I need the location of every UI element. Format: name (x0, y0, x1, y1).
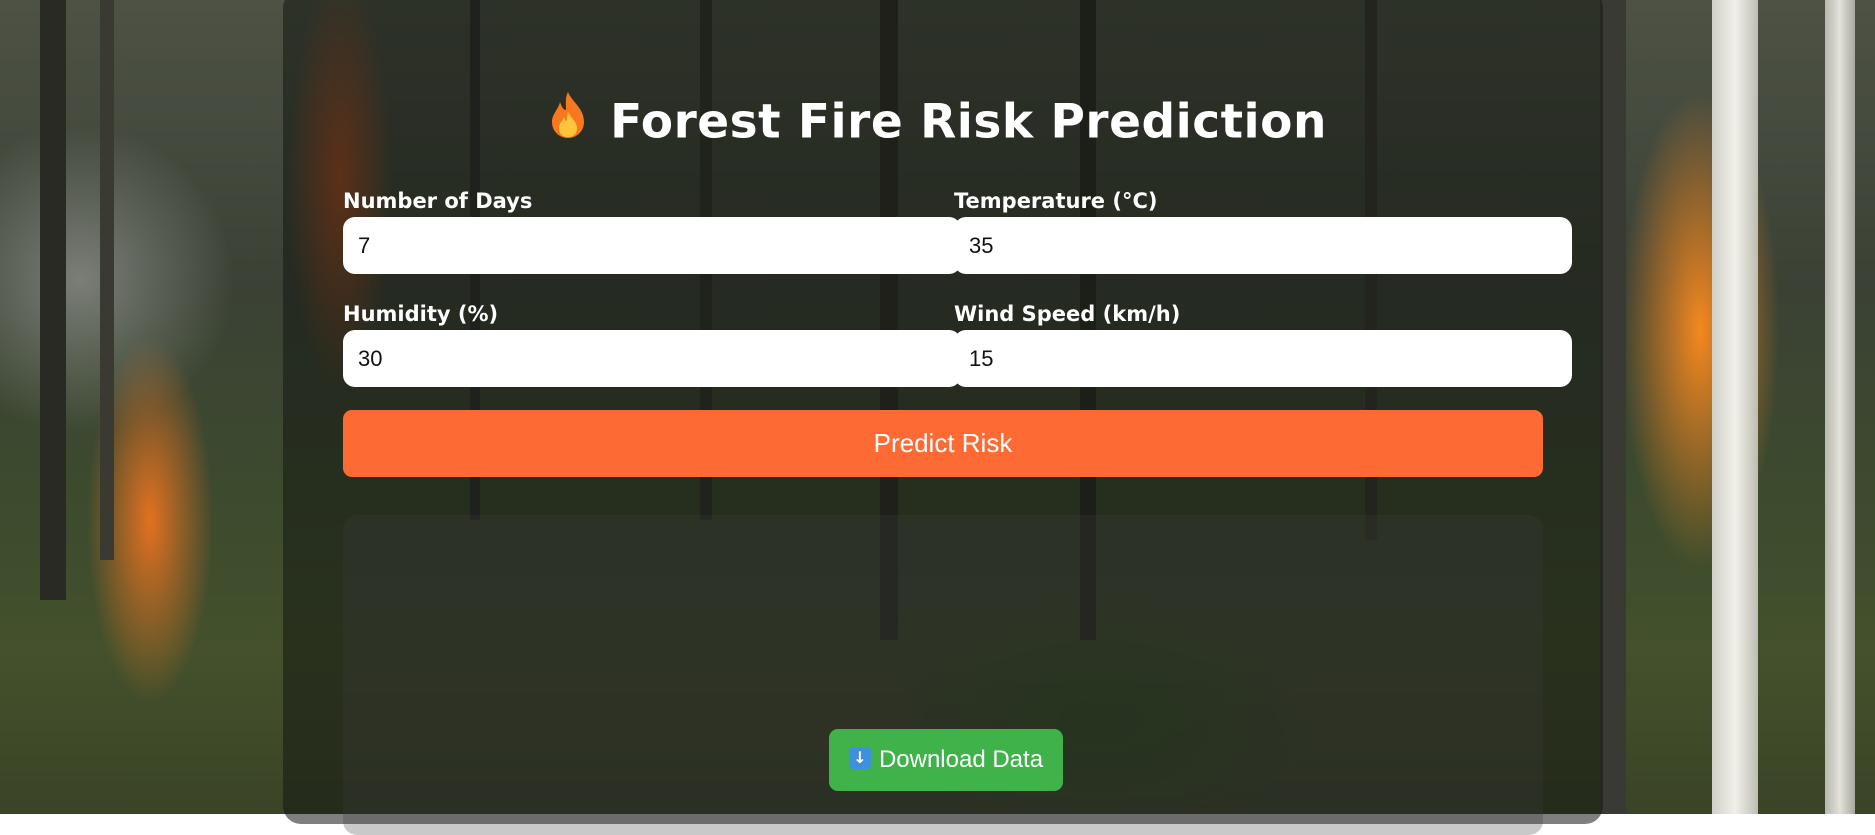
humidity-input[interactable] (343, 330, 961, 387)
wind-speed-input[interactable] (954, 330, 1572, 387)
days-label: Number of Days (343, 189, 533, 213)
predict-risk-button[interactable]: Predict Risk (343, 410, 1543, 477)
tree-trunk (40, 0, 66, 600)
days-input[interactable] (343, 217, 961, 274)
download-data-button[interactable]: ↓ Download Data (829, 729, 1063, 791)
wind-speed-label: Wind Speed (km/h) (954, 302, 1181, 326)
tree-trunk (100, 0, 114, 560)
download-data-label: Download Data (878, 746, 1044, 773)
down-arrow-icon: ↓ (848, 746, 871, 769)
humidity-label: Humidity (%) (343, 302, 499, 326)
fire-icon (548, 90, 588, 152)
temperature-input[interactable] (954, 217, 1572, 274)
page-title: Forest Fire Risk Prediction (0, 92, 1875, 156)
temperature-label: Temperature (°C) (954, 189, 1158, 213)
page-title-text: Forest Fire Risk Prediction (610, 94, 1327, 150)
